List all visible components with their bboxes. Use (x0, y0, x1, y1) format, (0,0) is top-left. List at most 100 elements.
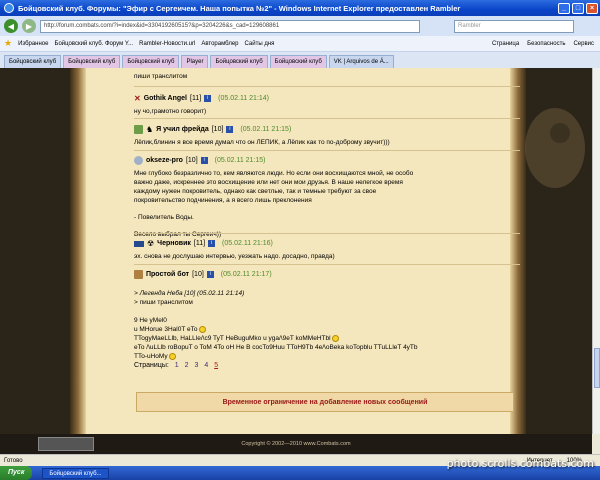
tab-5[interactable]: Бойцовский клуб (210, 55, 268, 68)
taskbar-item[interactable]: Бойцовский клуб... (42, 467, 109, 479)
post-line-blank (134, 205, 518, 213)
dragon-art-icon (525, 108, 585, 188)
page-menu[interactable]: Страница (492, 41, 519, 47)
page-link[interactable]: 3 (194, 362, 198, 369)
quote-line: > Легенда Неба [10] (05.02.11 21:14) (134, 290, 245, 297)
clan-flag-icon (134, 240, 144, 247)
post-line: eTo /\uLLlb roBopuT o ToM 4To oH He B co… (134, 344, 418, 351)
quote-line: > пиши транслитом (134, 299, 193, 306)
post-level: [10] (192, 271, 204, 278)
post-author[interactable]: Я учил фрейда (156, 126, 209, 133)
post-separator (134, 264, 520, 265)
post-line: u MHorue 3Hal0T eTo (134, 326, 198, 333)
close-button[interactable]: × (586, 2, 598, 14)
clan-icon (134, 156, 143, 165)
fav-item-3[interactable]: Авторамблер (201, 41, 238, 47)
post: okseze-pro [10] i (05.02.11 21:15) Мне г… (134, 156, 518, 239)
maximize-button[interactable]: □ (572, 2, 584, 14)
tab-7[interactable]: VK | Arquivos de Á... (328, 55, 394, 68)
search-input[interactable]: Rambler (454, 19, 574, 33)
post: ✕ Gothik Angel [11] i (05.02.11 21:14) н… (134, 94, 518, 116)
post-line: важно даже, искреннее это восхищение или… (134, 179, 403, 186)
info-icon[interactable]: i (200, 157, 208, 164)
post-author[interactable]: Gothik Angel (144, 95, 187, 102)
post-separator (134, 150, 520, 151)
post-body: > Легенда Неба [10] (05.02.11 21:14) > п… (134, 289, 518, 361)
clan-icon (134, 125, 143, 134)
address-bar: ◀ ▶ http://forum.combats.com/?i=index&id… (0, 16, 600, 36)
post-author[interactable]: okseze-pro (146, 157, 183, 164)
post-level: [10] (211, 126, 224, 133)
back-button[interactable]: ◀ (4, 19, 18, 33)
post-date: (05.02.11 21:15) (240, 126, 292, 133)
smiley-icon (169, 352, 177, 360)
post-line: - Повелитель Воды. (134, 214, 194, 221)
clan-icon (134, 270, 143, 279)
parchment-left-edge (70, 68, 86, 434)
post-level: [11] (190, 95, 202, 102)
post: Простой бот [10] i (05.02.11 21:17) > Ле… (134, 270, 518, 361)
post-line: каждому нужен покровитель, однако как св… (134, 188, 377, 195)
fav-item-4[interactable]: Сайты дня (245, 41, 275, 47)
scrollbar-thumb[interactable] (594, 348, 600, 388)
favorites-button[interactable]: Избранное (18, 41, 48, 47)
info-icon[interactable]: i (226, 126, 234, 133)
post-line: Весело выбрал ты Сергеич)) (134, 231, 222, 238)
post-line: 9 He yMel0 (134, 317, 167, 324)
fav-item-2[interactable]: Rambler-Новости.url (139, 41, 195, 47)
pagination: Страницы: 1 2 3 4 5 (134, 362, 222, 369)
post-line: TTo-uHoMy (134, 353, 168, 360)
favorites-star-icon[interactable]: ★ (4, 38, 12, 49)
post-level: [10] (185, 157, 198, 164)
tools-menu[interactable]: Сервис (573, 41, 594, 47)
post-separator (134, 233, 520, 234)
tab-1[interactable]: Бойцовский клуб (4, 55, 62, 68)
post-date: (05.02.11 21:14) (218, 95, 270, 102)
shield-icon: ♞ (146, 125, 154, 134)
vertical-scrollbar[interactable] (592, 68, 600, 434)
tab-6[interactable]: Бойцовский клуб (269, 55, 327, 68)
watermark: photo.scrolls.combats.com (446, 457, 594, 470)
forward-button[interactable]: ▶ (22, 19, 36, 33)
visit-counter-badge[interactable] (38, 437, 94, 451)
tab-4[interactable]: Player (181, 55, 209, 68)
page-link[interactable]: 1 (175, 362, 179, 369)
post: ☢ Черновик [11] i (05.02.11 21:16) эх. с… (134, 239, 518, 261)
post-body: эх. снова не дослушаю интервью, уезжать … (134, 253, 335, 260)
info-icon[interactable]: i (204, 95, 212, 102)
tab-3[interactable]: Бойцовский клуб (122, 55, 180, 68)
post-level: [11] (193, 240, 206, 247)
post-line: Мне глубоко безразлично то, кем являются… (134, 170, 414, 177)
post-date: (05.02.11 21:15) (214, 157, 266, 164)
favorites-bar: ★ Избранное Бойцовский клуб. Форум Y... … (0, 36, 600, 52)
minimize-button[interactable]: _ (558, 2, 570, 14)
info-icon[interactable]: i (208, 240, 216, 247)
post-line: покровительство подчинения, а я всего ли… (134, 197, 312, 204)
post-date: (05.02.11 21:16) (222, 240, 273, 247)
post-date: (05.02.11 21:17) (220, 271, 272, 278)
page-link[interactable]: 4 (204, 362, 208, 369)
tab-2[interactable]: Бойцовский клуб (63, 55, 121, 68)
post-separator (134, 118, 520, 119)
window-titlebar: Бойцовский клуб. Форумы: "Эфир с Сергеич… (0, 0, 600, 16)
post-body: пиши транслитом (134, 73, 188, 80)
post-author[interactable]: Простой бот (146, 271, 189, 278)
start-button[interactable]: Пуск (0, 466, 33, 480)
info-icon[interactable]: i (206, 271, 214, 278)
page-current[interactable]: 5 (214, 362, 218, 369)
post-separator (134, 86, 520, 87)
pagination-label: Страницы: (134, 362, 169, 369)
security-menu[interactable]: Безопасность (527, 41, 565, 47)
smiley-icon (199, 325, 207, 333)
post-author[interactable]: Черновик (157, 240, 191, 247)
url-input[interactable]: http://forum.combats.com/?i=index&id=330… (40, 19, 420, 33)
post-line-blank (134, 307, 518, 316)
ie-icon (4, 3, 14, 13)
post-fragment: пиши транслитом (134, 72, 518, 81)
post-body: Мне глубоко безразлично то, кем являются… (134, 169, 518, 239)
post-body: ну чо,грамотно говорит) (134, 108, 207, 115)
fav-item-1[interactable]: Бойцовский клуб. Форум Y... (55, 41, 134, 47)
tab-bar: Бойцовский клуб Бойцовский клуб Бойцовск… (0, 52, 600, 68)
page-link[interactable]: 2 (185, 362, 189, 369)
smiley-icon (332, 334, 340, 342)
